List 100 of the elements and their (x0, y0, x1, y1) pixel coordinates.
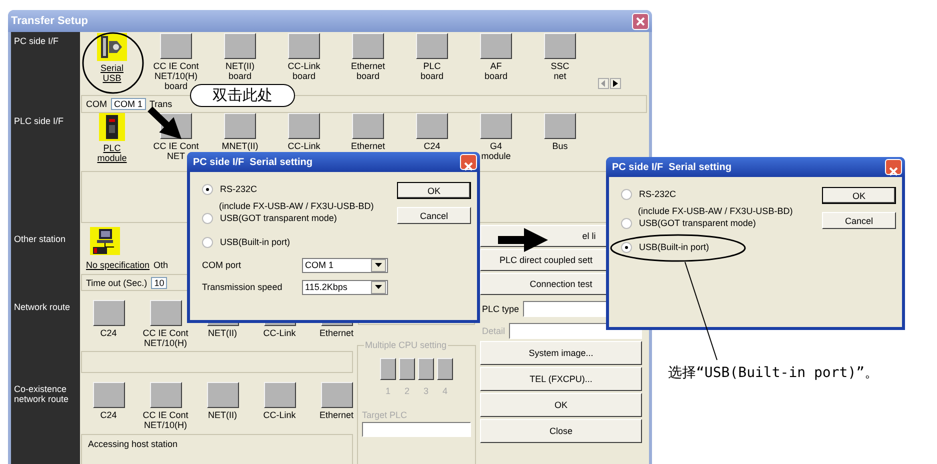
device-label: NET(II) (208, 328, 237, 338)
field-label: Target PLC (362, 410, 408, 420)
option-label[interactable]: USB(Built-in port) (220, 237, 290, 247)
option-note: (include FX-USB-AW / FX3U-USB-BD) (638, 206, 794, 216)
device-button[interactable] (544, 113, 576, 139)
radio-button[interactable] (202, 236, 213, 248)
device-label: CC IE Cont NET/10(H) (142, 328, 188, 348)
device-label[interactable]: NET(II) board (226, 61, 254, 81)
cpu-button[interactable] (418, 358, 434, 380)
device-button[interactable] (206, 382, 238, 408)
com-info: Trans (150, 99, 172, 109)
close-button[interactable] (632, 12, 649, 30)
dropdown-arrow-icon[interactable] (375, 263, 382, 267)
timeout-label: Time out (Sec.) (86, 278, 148, 288)
device-button[interactable] (544, 33, 576, 59)
dialog-button[interactable]: OK (822, 187, 896, 204)
dialog-button[interactable]: Cancel (822, 212, 896, 229)
device-button[interactable] (264, 382, 296, 408)
close-icon[interactable] (889, 167, 898, 176)
device-button[interactable] (160, 33, 192, 59)
highlight-circle (82, 32, 144, 94)
option-note: (include FX-USB-AW / FX3U-USB-BD) (219, 201, 375, 211)
group-title: Multiple CPU setting (364, 340, 448, 350)
device-label[interactable]: C24 (424, 141, 440, 151)
option-label[interactable]: RS-232C (639, 189, 676, 199)
status-text: Accessing host station (88, 439, 178, 449)
device-button[interactable] (416, 113, 448, 139)
cpu-number: 1 (385, 386, 390, 396)
dialog-title: PC side I/F Serial setting (612, 162, 732, 172)
dialog-button[interactable]: OK (397, 182, 471, 199)
device-button[interactable] (92, 300, 124, 326)
com-label: COM (86, 99, 107, 109)
cpu-number: 2 (404, 386, 410, 396)
dropdown-arrow-icon[interactable] (375, 285, 382, 289)
action-button[interactable]: TEL (FXCPU)... (480, 367, 642, 391)
device-button[interactable] (480, 113, 512, 139)
action-button[interactable]: OK (480, 393, 642, 417)
scroll-right-button[interactable] (610, 78, 621, 89)
device-button[interactable] (150, 300, 182, 326)
device-label[interactable]: MNET(II) (222, 141, 258, 151)
option-label[interactable]: USB(GOT transparent mode) (639, 218, 756, 228)
close-icon[interactable] (636, 16, 645, 26)
device-label: C24 (100, 410, 117, 420)
device-label[interactable]: G4 module (481, 141, 511, 161)
option-label[interactable]: Oth (154, 260, 168, 270)
device-button[interactable] (288, 33, 320, 59)
close-button[interactable] (460, 154, 477, 170)
radio-button[interactable] (202, 212, 213, 224)
option-label[interactable]: RS-232C (220, 184, 258, 194)
radio-button[interactable] (621, 188, 632, 200)
device-button[interactable] (92, 382, 124, 408)
device-label[interactable]: AF board (484, 61, 508, 81)
caption-text: 选择“USB(Built-in port)”。 (668, 364, 879, 382)
device-button[interactable] (416, 33, 448, 59)
radio-button[interactable] (621, 218, 632, 228)
device-button[interactable] (288, 113, 320, 139)
device-button[interactable] (352, 113, 384, 139)
device-button[interactable] (352, 33, 384, 59)
com-field: COM 1 (111, 98, 146, 110)
device-label[interactable]: Ethernet board (350, 61, 386, 81)
device-button[interactable] (224, 33, 256, 59)
radio-button[interactable] (202, 184, 213, 194)
right-arrow-icon[interactable] (613, 80, 618, 87)
option-label[interactable]: USB(GOT transparent mode) (220, 213, 337, 223)
window-title: Transfer Setup (11, 15, 88, 27)
device-button[interactable] (480, 33, 512, 59)
device-label: CC-Link (263, 410, 296, 420)
cpu-button[interactable] (437, 358, 453, 380)
timeout-field[interactable]: 10 (151, 276, 168, 288)
device-label[interactable]: Serial USB (100, 63, 124, 83)
option-label[interactable]: USB(Built-in port) (639, 242, 710, 252)
close-icon[interactable] (464, 162, 473, 171)
dialog-title: PC side I/F Serial setting (193, 156, 312, 168)
close-button[interactable] (885, 159, 902, 175)
device-button[interactable] (150, 382, 182, 408)
device-label[interactable]: SSC net (550, 61, 570, 81)
device-label[interactable]: Bus (552, 141, 568, 151)
target-plc-field[interactable] (362, 422, 471, 437)
serial-cable-icon[interactable] (97, 33, 127, 61)
section-label: PLC side I/F (14, 116, 65, 126)
cpu-number: 3 (423, 386, 428, 396)
dropdown-field[interactable]: 115.2Kbps (302, 280, 388, 294)
action-button[interactable]: System image... (480, 341, 642, 365)
device-label[interactable]: CC-Link board (288, 61, 320, 81)
device-label[interactable]: PLC board (420, 61, 444, 81)
section-label: PC side I/F (14, 36, 60, 46)
device-button[interactable] (320, 382, 352, 408)
cpu-button[interactable] (380, 358, 396, 380)
plc-module-icon[interactable] (99, 113, 125, 141)
computer-station-icon[interactable] (90, 227, 120, 255)
option-label[interactable]: No specification (86, 260, 150, 270)
device-label[interactable]: CC-Link (288, 141, 320, 151)
dropdown-field[interactable]: COM 1 (302, 258, 388, 272)
dialog-button[interactable]: Cancel (397, 207, 471, 224)
device-label[interactable]: Ethernet (350, 141, 386, 151)
action-button[interactable]: Close (480, 419, 642, 443)
device-label[interactable]: PLC module (97, 143, 127, 163)
radio-button[interactable] (621, 242, 632, 252)
device-button[interactable] (224, 113, 256, 139)
cpu-button[interactable] (399, 358, 415, 380)
